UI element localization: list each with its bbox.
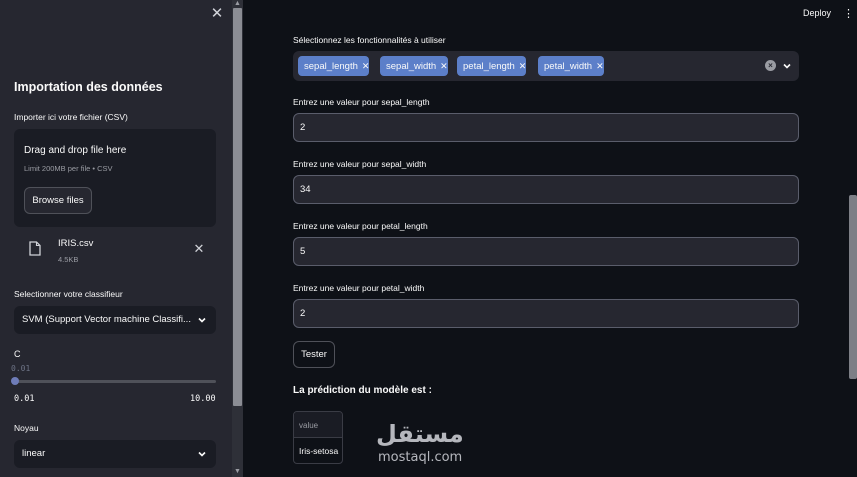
kebab-menu-icon[interactable]: ⋮ bbox=[843, 7, 854, 21]
deploy-button[interactable]: Deploy bbox=[803, 8, 831, 18]
clear-all-icon[interactable]: × bbox=[765, 60, 776, 71]
table-header: value bbox=[294, 412, 342, 438]
scroll-up-icon[interactable]: ▲ bbox=[233, 0, 242, 8]
main-scrollbar-thumb[interactable] bbox=[849, 195, 857, 379]
c-slider-value: 0.01 bbox=[11, 364, 31, 373]
kernel-value: linear bbox=[22, 448, 46, 459]
tester-button[interactable]: Tester bbox=[293, 341, 335, 368]
feature-chip: petal_width ✕ bbox=[538, 56, 604, 76]
scroll-down-icon[interactable]: ▼ bbox=[233, 468, 242, 476]
remove-chip-icon[interactable]: ✕ bbox=[596, 56, 604, 76]
remove-chip-icon[interactable]: ✕ bbox=[519, 56, 527, 76]
c-slider-max: 10.00 bbox=[190, 394, 216, 404]
input-label-sepal-width: Entrez une valeur pour sepal_width bbox=[293, 159, 427, 169]
file-size: 4.5KB bbox=[58, 255, 79, 264]
feature-chip: petal_length ✕ bbox=[457, 56, 527, 76]
c-slider-track[interactable] bbox=[14, 380, 216, 383]
kernel-select[interactable]: linear bbox=[14, 440, 216, 468]
remove-chip-icon[interactable]: ✕ bbox=[362, 56, 370, 76]
dropzone-title: Drag and drop file here bbox=[24, 145, 127, 156]
watermark-latin: mostaql.com bbox=[378, 450, 463, 465]
feature-chip-label: sepal_width bbox=[386, 61, 437, 72]
dropzone-subtitle: Limit 200MB per file • CSV bbox=[24, 164, 113, 173]
close-icon[interactable]: ✕ bbox=[210, 6, 224, 22]
c-slider-thumb[interactable] bbox=[11, 377, 19, 385]
browse-files-button[interactable]: Browse files bbox=[24, 187, 92, 214]
classifier-value: SVM (Support Vector machine Classifi... bbox=[22, 314, 191, 325]
remove-file-icon[interactable]: ✕ bbox=[192, 242, 206, 256]
uploaded-file: IRIS.csv 4.5KB ✕ bbox=[14, 234, 216, 268]
c-slider-min: 0.01 bbox=[14, 394, 35, 404]
chevron-down-icon bbox=[198, 451, 206, 457]
prediction-table: value Iris-setosa bbox=[293, 411, 343, 464]
file-name: IRIS.csv bbox=[58, 238, 94, 249]
petal-length-input[interactable] bbox=[293, 237, 799, 266]
chevron-down-icon[interactable] bbox=[781, 60, 793, 72]
c-slider-label: C bbox=[14, 349, 21, 359]
feature-chip: sepal_length ✕ bbox=[298, 56, 370, 76]
feature-chip: sepal_width ✕ bbox=[380, 56, 448, 76]
feature-chip-label: petal_length bbox=[463, 61, 515, 72]
sidebar: ✕ Importation des données Importer ici v… bbox=[0, 0, 232, 477]
classifier-label: Selectionner votre classifieur bbox=[14, 289, 123, 299]
features-label: Sélectionnez les fonctionnalités à utili… bbox=[293, 35, 446, 45]
prediction-label: La prédiction du modèle est : bbox=[293, 385, 432, 396]
features-multiselect[interactable]: sepal_length ✕ sepal_width ✕ petal_length ✕… bbox=[293, 51, 799, 81]
watermark-arabic: مستقل bbox=[376, 420, 464, 448]
file-dropzone[interactable]: Drag and drop file here Limit 200MB per … bbox=[14, 129, 216, 227]
sidebar-title: Importation des données bbox=[14, 80, 163, 94]
feature-chip-label: petal_width bbox=[544, 61, 593, 72]
chevron-down-icon bbox=[198, 317, 206, 323]
sepal-width-input[interactable] bbox=[293, 175, 799, 204]
input-label-sepal-length: Entrez une valeur pour sepal_length bbox=[293, 97, 430, 107]
file-icon bbox=[29, 241, 41, 256]
table-cell: Iris-setosa bbox=[299, 446, 339, 456]
classifier-select[interactable]: SVM (Support Vector machine Classifi... bbox=[14, 306, 216, 334]
sepal-length-input[interactable] bbox=[293, 113, 799, 142]
petal-width-input[interactable] bbox=[293, 299, 799, 328]
input-label-petal-length: Entrez une valeur pour petal_length bbox=[293, 221, 428, 231]
input-label-petal-width: Entrez une valeur pour petal_width bbox=[293, 283, 425, 293]
kernel-label: Noyau bbox=[14, 423, 39, 433]
upload-label: Importer ici votre fichier (CSV) bbox=[14, 112, 128, 122]
remove-chip-icon[interactable]: ✕ bbox=[440, 56, 448, 76]
sidebar-scrollbar-thumb[interactable] bbox=[233, 8, 242, 406]
feature-chip-label: sepal_length bbox=[304, 61, 358, 72]
